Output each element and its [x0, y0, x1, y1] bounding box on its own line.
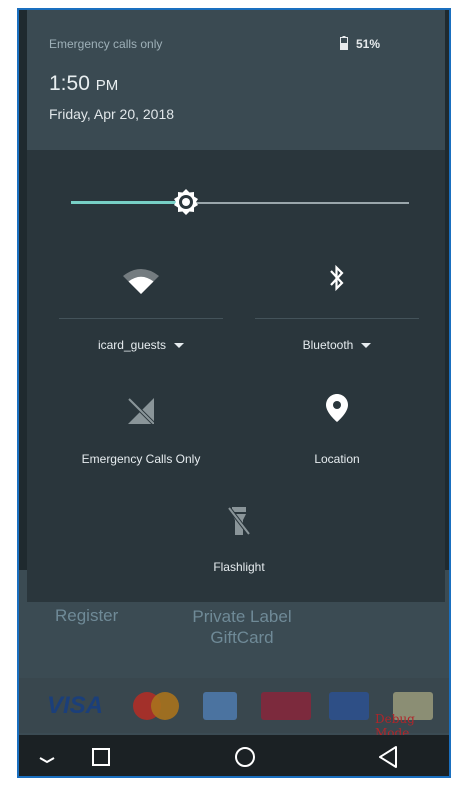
unionpay-logo: [261, 692, 311, 720]
amex-logo: [203, 692, 237, 720]
chevron-down-icon: [361, 343, 372, 349]
clock-date[interactable]: Friday, Apr 20, 2018: [49, 106, 174, 122]
phone-screen: Register Private Label GiftCard VISA Deb…: [17, 8, 451, 778]
gift-card-link: Private Label GiftCard: [192, 607, 292, 647]
background-app-links: Register Private Label GiftCard: [19, 600, 449, 660]
bluetooth-tile[interactable]: Bluetooth: [255, 260, 419, 360]
visa-logo: VISA: [47, 692, 104, 719]
wifi-divider: [59, 318, 223, 319]
bluetooth-icon: [330, 264, 344, 292]
battery-icon: [340, 36, 348, 50]
clock-time[interactable]: 1:50 PM: [49, 72, 118, 96]
home-icon[interactable]: [225, 735, 265, 778]
brightness-icon[interactable]: [172, 188, 200, 216]
no-signal-icon: [127, 397, 155, 425]
clock-ampm: PM: [95, 77, 119, 94]
carrier-status: Emergency calls only: [49, 37, 163, 51]
bluetooth-dropdown[interactable]: Bluetooth: [255, 338, 419, 352]
jcb-logo: [329, 692, 369, 720]
cellular-label: Emergency Calls Only: [81, 452, 201, 466]
wifi-tile[interactable]: icard_guests: [59, 260, 223, 360]
wifi-network-label: icard_guests: [97, 338, 167, 352]
wifi-network-dropdown[interactable]: icard_guests: [59, 338, 223, 352]
brightness-fill: [71, 201, 186, 204]
flashlight-label: Flashlight: [213, 560, 265, 574]
back-icon[interactable]: [369, 735, 409, 778]
bluetooth-divider: [255, 318, 419, 319]
wifi-icon: [123, 269, 159, 294]
chevron-down-icon: [174, 343, 185, 349]
battery-percentage: 51%: [356, 37, 381, 51]
location-pin-icon: [326, 394, 348, 422]
quick-settings-header: Emergency calls only 51% 1:50 PM Friday,…: [27, 10, 445, 150]
flashlight-off-icon: [228, 506, 250, 536]
clock-hours: 1:50: [49, 72, 90, 95]
location-tile[interactable]: Location: [255, 390, 419, 470]
mastercard-logo: [133, 692, 179, 720]
collapse-icon[interactable]: [27, 735, 67, 778]
quick-settings-panel: icard_guests Bluetooth Emergency Calls O…: [27, 150, 445, 602]
bluetooth-label: Bluetooth: [302, 338, 354, 352]
cellular-tile[interactable]: Emergency Calls Only: [59, 390, 223, 470]
flashlight-tile[interactable]: Flashlight: [157, 502, 321, 582]
navigation-bar: [19, 735, 449, 778]
register-link: Register: [55, 606, 119, 625]
location-label: Location: [314, 452, 360, 466]
recents-icon[interactable]: [81, 735, 121, 778]
